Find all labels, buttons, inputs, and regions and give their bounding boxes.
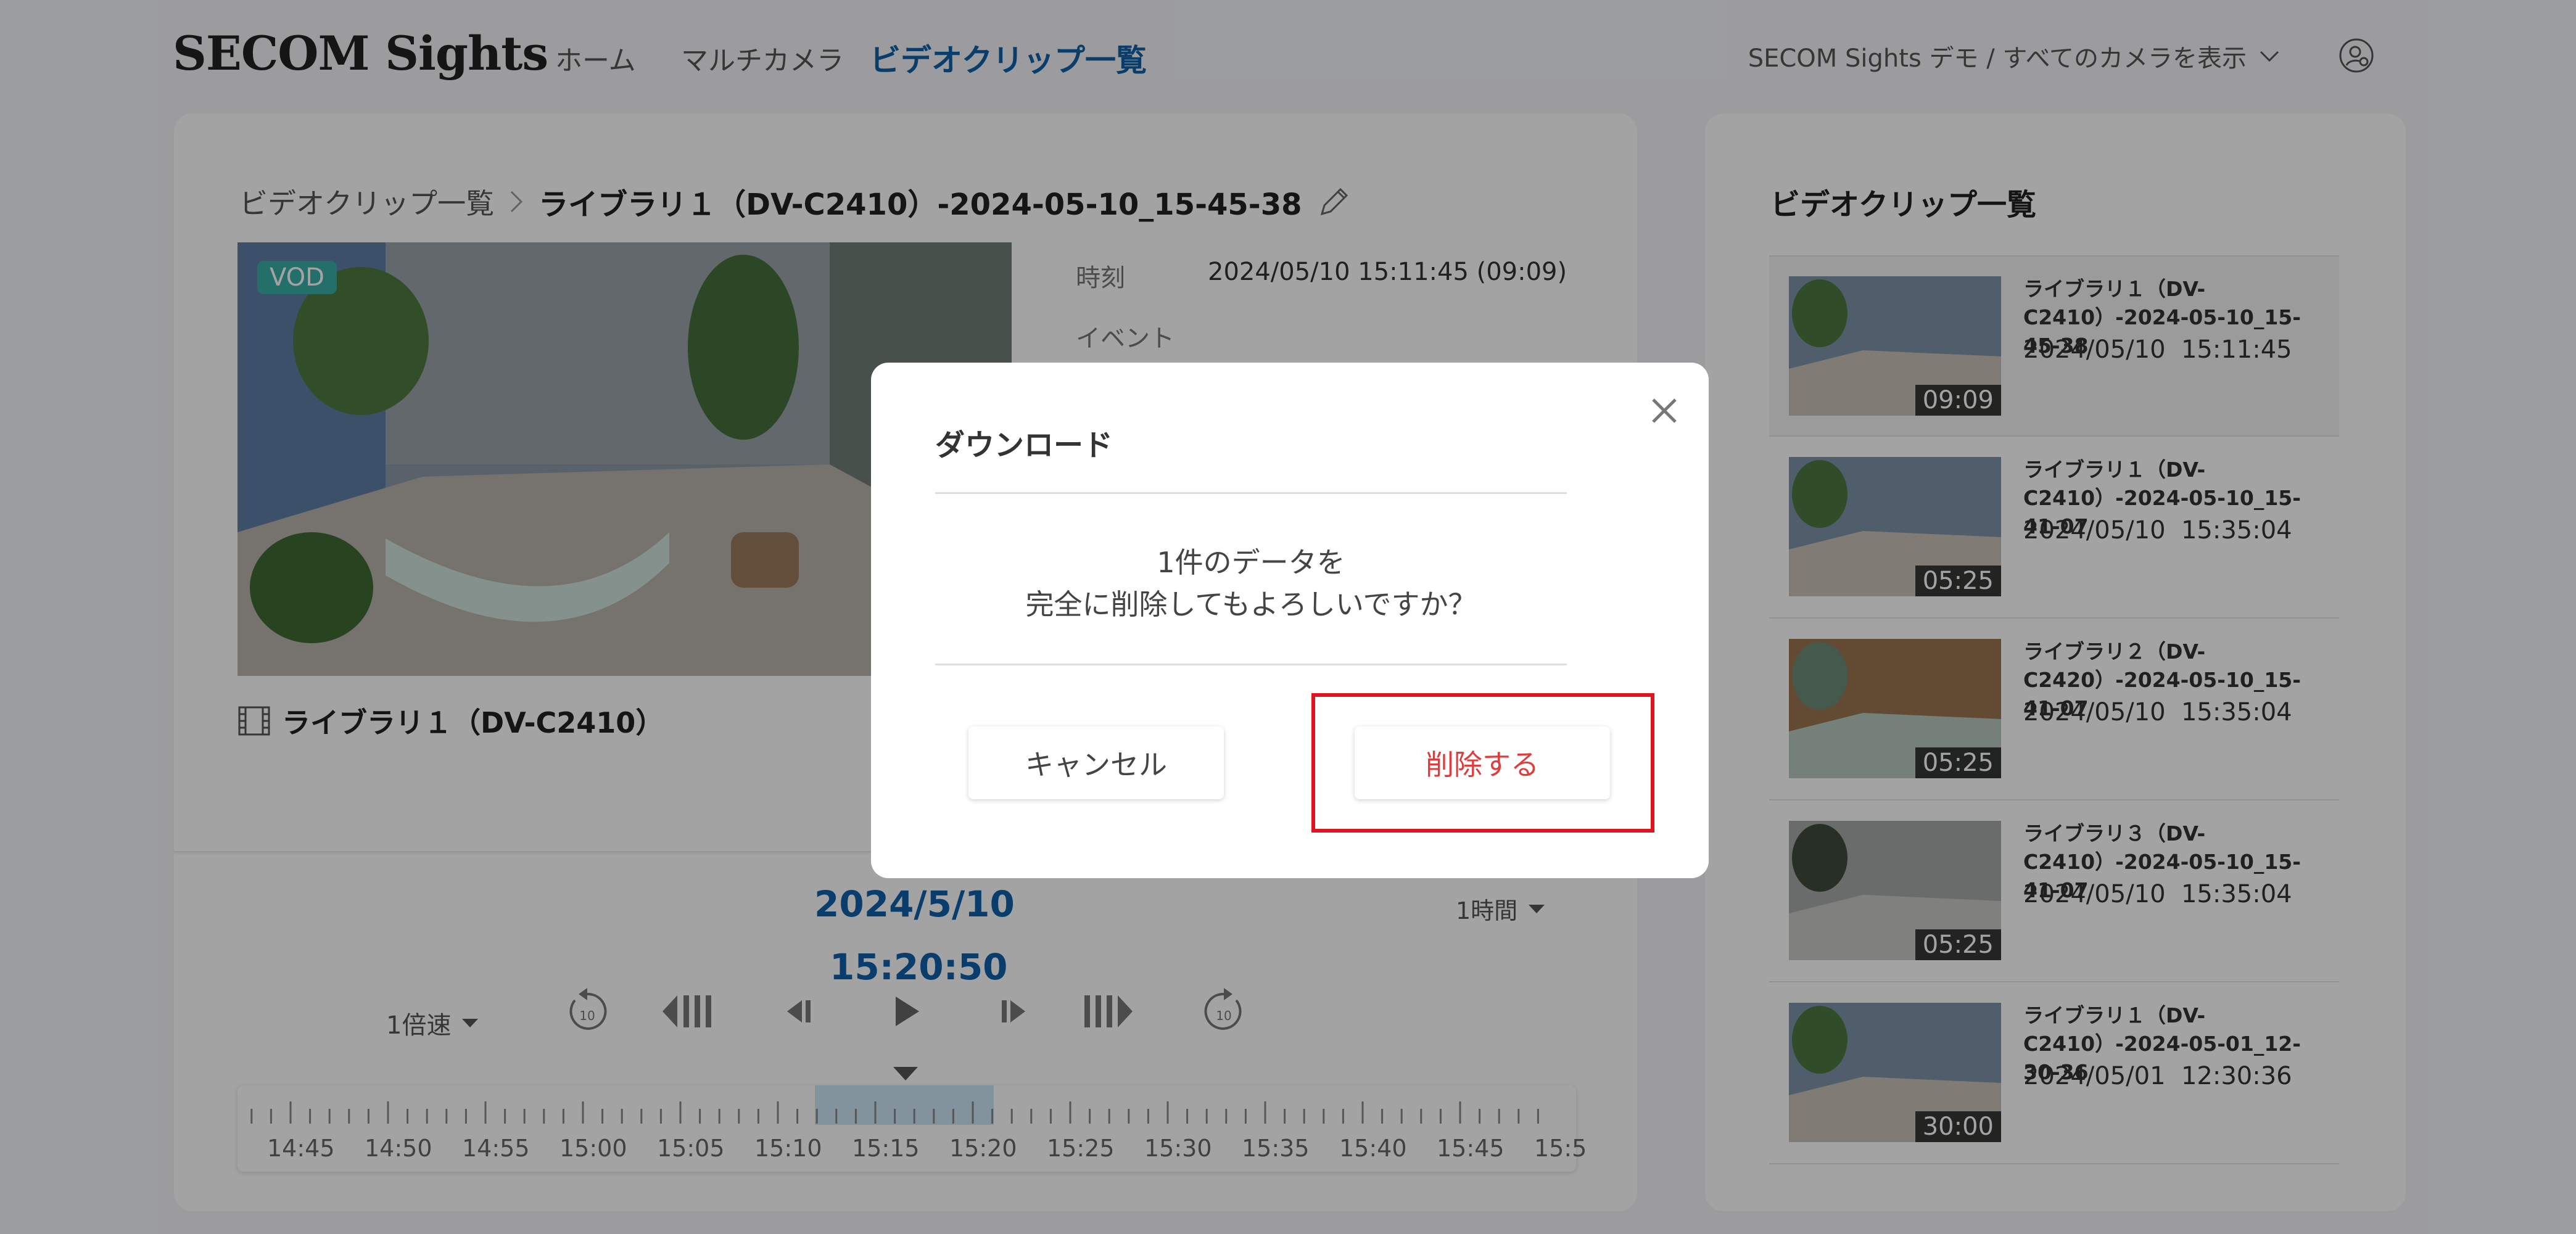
close-icon[interactable] <box>1642 389 1686 433</box>
delete-confirm-dialog: ダウンロード 1件のデータを 完全に削除してもよろしいですか？ キャンセル 削除… <box>871 363 1709 878</box>
dialog-message-line1: 1件のデータを <box>1157 546 1345 579</box>
dialog-title: ダウンロード <box>935 428 1113 463</box>
delete-button[interactable]: 削除する <box>1355 726 1610 799</box>
dialog-divider-top <box>935 492 1567 494</box>
dialog-message-line2: 完全に削除してもよろしいですか？ <box>1025 588 1477 621</box>
cancel-button[interactable]: キャンセル <box>968 726 1224 799</box>
dialog-divider-bottom <box>935 664 1567 665</box>
